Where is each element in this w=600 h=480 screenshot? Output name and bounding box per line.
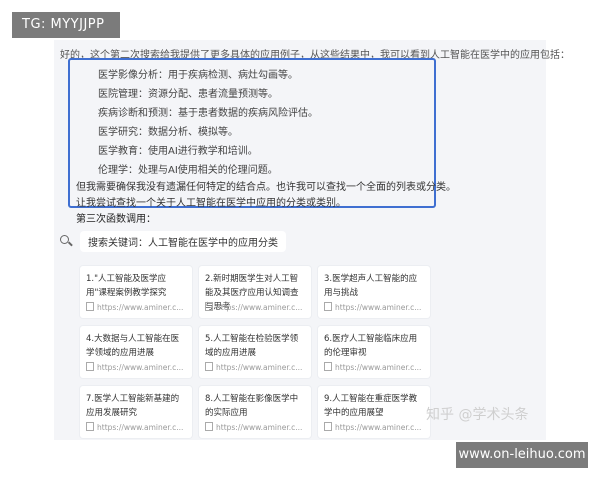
link-icon	[86, 422, 94, 431]
list-item: 疾病诊断和预测：基于患者数据的疾病风险评估。	[98, 108, 318, 119]
site-badge: www.on-leihuo.com	[456, 442, 588, 468]
card-url[interactable]: https://www.aminer.c...	[324, 422, 421, 432]
card-url[interactable]: https://www.aminer.c...	[86, 302, 183, 312]
search-keyword-chip[interactable]: 搜索关键词：人工智能在医学中的应用分类	[80, 230, 286, 252]
result-card[interactable]: 4.大数据与人工智能在医学领域的应用进展 https://www.aminer.…	[80, 326, 192, 378]
card-title: 6.医疗人工智能临床应用的伦理审视	[324, 334, 418, 358]
result-card[interactable]: 3.医学超声人工智能的应用与挑战 https://www.aminer.c...	[318, 266, 430, 318]
card-title: 3.医学超声人工智能的应用与挑战	[324, 274, 418, 298]
paragraph: 但我需要确保我没有遗漏任何特定的结合点。也许我可以查找一个全面的列表或分类。	[76, 182, 456, 193]
card-url[interactable]: https://www.aminer.c...	[86, 362, 183, 372]
section-title: 第三次函数调用：	[76, 214, 156, 225]
card-title: 5.人工智能在检验医学领域的应用进展	[205, 334, 299, 358]
link-icon	[205, 302, 213, 311]
chat-panel: 好的，这个第二次搜索给我提供了更多具体的应用例子，从这些结果中，我可以看到人工智…	[54, 40, 570, 440]
result-card[interactable]: 6.医疗人工智能临床应用的伦理审视 https://www.aminer.c..…	[318, 326, 430, 378]
result-card[interactable]: 5.人工智能在检验医学领域的应用进展 https://www.aminer.c.…	[199, 326, 311, 378]
link-icon	[205, 362, 213, 371]
paragraph: 让我尝试查找一个关于人工智能在医学中应用的分类或类别。	[76, 198, 346, 209]
zhihu-watermark: 知乎 @学术头条	[426, 407, 529, 423]
list-item: 伦理学：处理与AI使用相关的伦理问题。	[98, 165, 278, 176]
list-item: 医学教育：使用AI进行教学和培训。	[98, 146, 258, 157]
card-title: 7.医学人工智能新基建的应用发展研究	[86, 394, 180, 418]
tg-badge: TG: MYYJJPP	[12, 12, 120, 38]
result-card[interactable]: 8.人工智能在影像医学中的实际应用 https://www.aminer.c..…	[199, 386, 311, 438]
result-card[interactable]: 1."人工智能及医学应用"课程案例教学探究 https://www.aminer…	[80, 266, 192, 318]
search-row: 搜索关键词：人工智能在医学中的应用分类	[58, 230, 286, 252]
card-title: 1."人工智能及医学应用"课程案例教学探究	[86, 274, 167, 298]
result-card[interactable]: 9.人工智能在重症医学教学中的应用展望 https://www.aminer.c…	[318, 386, 430, 438]
card-url[interactable]: https://www.aminer.c...	[86, 422, 183, 432]
link-icon	[324, 422, 332, 431]
card-title: 8.人工智能在影像医学中的实际应用	[205, 394, 299, 418]
list-item: 医院管理：资源分配、患者流量预测等。	[98, 89, 278, 100]
link-icon	[86, 302, 94, 311]
card-url[interactable]: https://www.aminer.c...	[205, 302, 302, 312]
result-card[interactable]: 7.医学人工智能新基建的应用发展研究 https://www.aminer.c.…	[80, 386, 192, 438]
card-url[interactable]: https://www.aminer.c...	[324, 302, 421, 312]
card-title: 9.人工智能在重症医学教学中的应用展望	[324, 394, 418, 418]
search-icon	[58, 233, 74, 249]
link-icon	[205, 422, 213, 431]
result-card[interactable]: 2.新时期医学生对人工智能及其医疗应用认知调查与思考 https://www.a…	[199, 266, 311, 318]
list-item: 医学研究：数据分析、模拟等。	[98, 127, 238, 138]
list-item: 医学影像分析：用于疾病检测、病灶勾画等。	[98, 70, 298, 81]
card-url[interactable]: https://www.aminer.c...	[205, 362, 302, 372]
link-icon	[324, 302, 332, 311]
link-icon	[324, 362, 332, 371]
card-title: 4.大数据与人工智能在医学领域的应用进展	[86, 334, 180, 358]
link-icon	[86, 362, 94, 371]
card-url[interactable]: https://www.aminer.c...	[205, 422, 302, 432]
card-url[interactable]: https://www.aminer.c...	[324, 362, 421, 372]
